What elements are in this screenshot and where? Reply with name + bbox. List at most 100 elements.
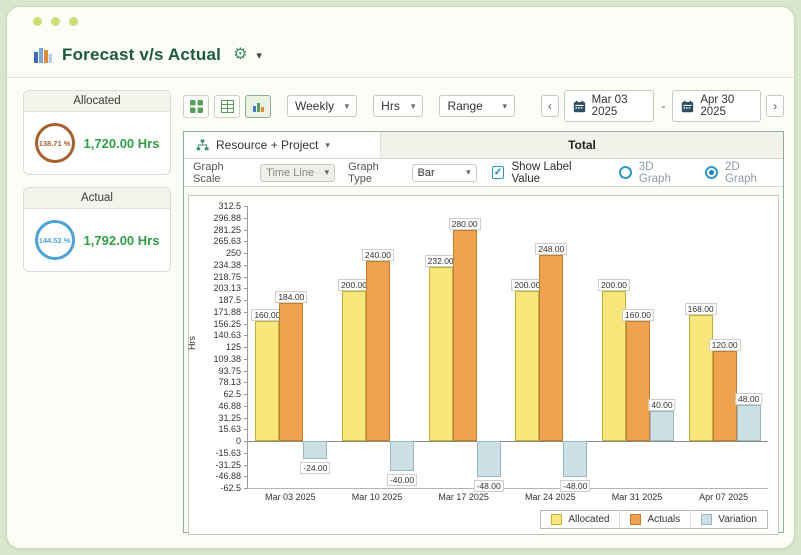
y-tick-label: 265.63 <box>213 236 241 247</box>
y-tick-mark <box>244 300 248 301</box>
report-panel: Resource + Project ▾ Total Graph Scale T… <box>183 131 784 535</box>
chart-view-button[interactable] <box>245 94 271 118</box>
y-tick-label: 140.63 <box>213 330 241 341</box>
bar-actuals <box>366 260 390 441</box>
actual-hours: 1,792.00 Hrs <box>83 232 160 248</box>
show-label-value-label[interactable]: Show Label Value <box>511 161 601 185</box>
date-to-picker[interactable]: Apr 30 2025 <box>672 90 762 122</box>
bar-allocated <box>688 314 713 441</box>
range-select[interactable]: Range ▾ <box>439 95 516 117</box>
bar-variation <box>563 441 588 478</box>
gear-icon[interactable]: ⚙ <box>233 47 247 63</box>
bar-value-label: 200.00 <box>598 278 630 291</box>
table-view-button[interactable] <box>214 94 240 118</box>
y-tick-mark <box>244 382 248 384</box>
chart-box: Hrs 312.5 296.88 281.25 265.63 250 234.38 218.… <box>187 195 779 535</box>
allocated-card-header: Allocated <box>24 91 170 112</box>
graph-scale-value: Time Line <box>266 166 315 179</box>
x-axis-label: Mar 10 2025 <box>351 492 403 502</box>
x-axis-labels: Mar 03 2025 Mar 10 2025 Mar 17 2025 Mar 24 … <box>247 492 768 506</box>
allocated-hours: 1,720.00 Hrs <box>83 135 160 151</box>
bar-value-label: 280.00 <box>448 218 481 231</box>
window-controls <box>33 17 794 26</box>
y-tick-label: 218.75 <box>213 271 241 282</box>
legend-swatch <box>701 514 713 525</box>
y-tick-label: 250 <box>225 248 241 258</box>
legend-label: Allocated <box>568 514 610 525</box>
y-tick-label: 296.88 <box>213 212 241 223</box>
chevron-down-icon: ▾ <box>502 100 508 111</box>
y-tick-mark <box>244 405 248 407</box>
group-by-value: Resource + Project <box>216 138 319 152</box>
bar-value-label: 160.00 <box>622 308 654 321</box>
prev-period-button[interactable]: ‹ <box>541 95 559 117</box>
frequency-value: Weekly <box>295 99 335 113</box>
y-tick-mark <box>244 417 248 419</box>
y-tick-mark <box>244 276 248 278</box>
graph-3d-radio[interactable] <box>618 166 632 179</box>
table-icon <box>220 99 234 113</box>
y-tick-label: 156.25 <box>213 318 241 329</box>
y-tick-label: 78.13 <box>218 377 241 388</box>
y-tick-label: 281.25 <box>213 224 241 235</box>
x-axis-label: Mar 31 2025 <box>611 492 663 502</box>
group-by-select[interactable]: Resource + Project ▾ <box>184 132 380 158</box>
y-tick-label: 109.38 <box>213 353 241 364</box>
chart-area: Hrs 312.5 296.88 281.25 265.63 250 234.38 218.… <box>184 187 783 535</box>
y-tick-mark <box>244 464 248 466</box>
view-switcher <box>183 94 271 118</box>
calendar-icon <box>681 100 694 113</box>
frequency-select[interactable]: Weekly ▾ <box>287 95 358 117</box>
y-tick-label: 187.5 <box>218 295 241 305</box>
y-tick-label: 203.13 <box>213 283 241 294</box>
actual-percent: 144.52 % <box>38 235 71 245</box>
bar-variation <box>736 404 761 441</box>
y-tick-mark <box>244 288 248 290</box>
legend-label: Variation <box>718 514 757 525</box>
bar-value-label: 240.00 <box>362 248 394 261</box>
chevron-down-icon[interactable]: ▾ <box>256 49 262 62</box>
y-tick-mark <box>244 347 248 348</box>
chevron-down-icon: ▾ <box>466 167 471 177</box>
y-tick-label: 31.25 <box>218 412 241 423</box>
bar-allocated <box>255 320 280 441</box>
bar-value-label: -48.00 <box>560 480 591 493</box>
graph-3d-label[interactable]: 3D Graph <box>639 161 688 185</box>
bar-allocated <box>428 266 453 441</box>
graph-2d-radio[interactable] <box>704 166 718 179</box>
range-value: Range <box>447 99 483 113</box>
y-tick-label: 125 <box>225 342 241 352</box>
y-tick-label: 312.5 <box>218 201 241 211</box>
date-from-value: Mar 03 2025 <box>591 94 628 118</box>
graph-2d-label[interactable]: 2D Graph <box>725 161 774 185</box>
y-tick-mark <box>244 452 248 454</box>
chevron-down-icon: ▾ <box>324 167 330 177</box>
next-period-button[interactable]: › <box>766 95 785 117</box>
bar-actuals <box>626 320 650 441</box>
y-tick-mark <box>244 264 248 266</box>
y-tick-label: -15.63 <box>215 447 241 458</box>
check-icon: ✓ <box>493 167 503 178</box>
bar-allocated <box>342 290 366 441</box>
graph-type-value: Bar <box>417 166 435 179</box>
app-logo-icon <box>33 46 53 64</box>
actual-card-header: Actual <box>24 188 170 209</box>
window-dot-icon <box>69 17 78 26</box>
graph-scale-select[interactable]: Time Line ▾ <box>260 163 336 182</box>
bar-actuals <box>452 230 477 441</box>
legend-swatch <box>551 514 563 525</box>
graph-type-select[interactable]: Bar ▾ <box>411 163 477 182</box>
y-tick-label: 234.38 <box>213 259 241 270</box>
date-from-picker[interactable]: Mar 03 2025 <box>563 90 655 122</box>
unit-select[interactable]: Hrs ▾ <box>373 95 424 117</box>
y-tick-mark <box>244 323 248 325</box>
grid-icon <box>189 99 203 113</box>
legend-item: Allocated <box>541 511 619 528</box>
bar-value-label: -24.00 <box>300 462 331 475</box>
actual-card: Actual 144.52 % 1,792.00 Hrs <box>23 187 171 272</box>
y-tick-label: -46.88 <box>215 471 241 482</box>
panel-header: Resource + Project ▾ Total <box>184 132 783 159</box>
grid-view-button[interactable] <box>183 94 209 118</box>
graph-controls: Graph Scale Time Line ▾ Graph Type Bar ▾… <box>184 159 783 187</box>
show-label-value-checkbox[interactable]: ✓ <box>491 166 505 179</box>
